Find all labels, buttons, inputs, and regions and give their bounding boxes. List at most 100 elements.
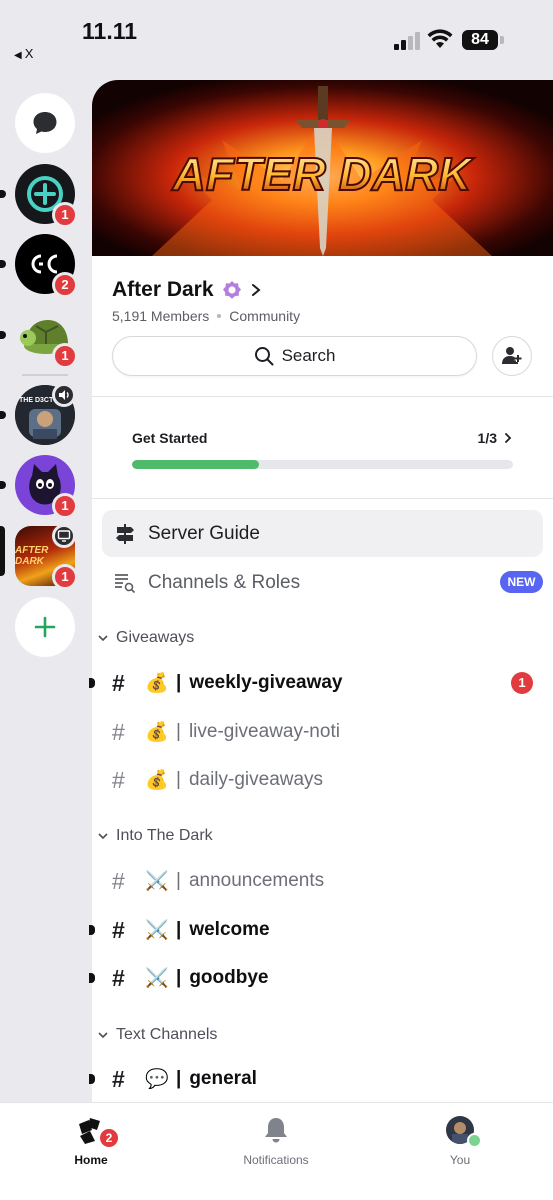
category-into-the-dark[interactable]: Into The Dark <box>98 827 213 845</box>
channel-name: welcome <box>189 919 270 940</box>
mention-badge: 1 <box>511 672 533 694</box>
channel-unread-indicator <box>89 1074 95 1084</box>
unread-indicator <box>0 331 6 339</box>
server-header[interactable]: After Dark 5,191 Members Community <box>112 278 300 324</box>
speech-bubble-emoji: 💬 <box>145 1069 169 1090</box>
channel-daily-giveaways[interactable]: # 💰 | daily-giveaways <box>112 758 533 802</box>
server-icon-cat[interactable]: 1 <box>0 455 78 519</box>
channel-announcements[interactable]: # ⚔️ | announcements <box>112 859 533 903</box>
channel-separator: | <box>176 721 181 742</box>
server-icon-d3ct[interactable]: THE D3CT <box>0 383 76 445</box>
channel-name: general <box>189 1068 257 1089</box>
get-started-progress-bar <box>132 460 513 469</box>
unread-indicator <box>0 190 6 198</box>
channel-name: goodbye <box>189 967 269 988</box>
get-started-card[interactable]: Get Started 1/3 <box>132 430 513 469</box>
chat-bubble-icon <box>33 112 57 134</box>
search-icon <box>254 347 274 366</box>
channel-separator: | <box>176 967 182 988</box>
channel-unread-indicator <box>89 973 95 983</box>
mention-badge: 1 <box>52 202 78 228</box>
back-to-app-link[interactable]: ◀ X <box>14 46 33 61</box>
add-server-avatar <box>15 597 75 657</box>
wifi-icon <box>427 29 453 48</box>
money-bag-emoji: 💰 <box>145 770 169 791</box>
channel-goodbye[interactable]: # ⚔️ | goodbye <box>112 956 533 1000</box>
mention-badge: 1 <box>52 343 78 369</box>
channels-roles-row[interactable]: Channels & Roles NEW <box>102 560 543 606</box>
battery-tip <box>500 36 504 44</box>
channels-roles-label: Channels & Roles <box>148 572 301 593</box>
unread-indicator <box>0 411 6 419</box>
divider <box>92 396 553 397</box>
chevron-right-icon <box>251 284 261 296</box>
hash-icon: # <box>112 1065 125 1092</box>
nav-notifications-label: Notifications <box>243 1153 309 1167</box>
money-bag-emoji: 💰 <box>145 673 169 694</box>
server-name[interactable]: After Dark <box>112 278 214 302</box>
channel-welcome[interactable]: # ⚔️ | welcome <box>112 908 533 952</box>
add-server-button[interactable] <box>15 597 75 657</box>
server-icon-plus[interactable]: 1 <box>0 164 78 228</box>
channel-live-giveaway-noti[interactable]: # 💰 | live-giveaway-noti <box>112 710 533 754</box>
server-guide-row[interactable]: Server Guide <box>102 510 543 557</box>
nav-you-label: You <box>449 1153 471 1167</box>
channel-separator: | <box>176 870 181 891</box>
new-badge: NEW <box>500 571 543 593</box>
chevron-down-icon <box>98 1032 108 1039</box>
chevron-down-icon <box>98 635 108 642</box>
category-giveaways[interactable]: Giveaways <box>98 629 194 647</box>
member-count: 5,191 Members <box>112 308 210 324</box>
ac-logo-icon <box>31 254 58 274</box>
hash-icon: # <box>112 766 125 793</box>
hash-icon: # <box>112 718 125 745</box>
server-panel: AFTER DARK After Dark 5,191 Members Comm… <box>92 80 553 1102</box>
invite-members-button[interactable] <box>492 336 532 376</box>
channel-general[interactable]: # 💬 | general <box>112 1057 533 1101</box>
channel-name: announcements <box>188 870 325 891</box>
status-time: 11.11 <box>82 18 138 44</box>
online-status-dot <box>467 1133 482 1148</box>
mention-badge: 1 <box>52 493 78 519</box>
category-label: Giveaways <box>116 629 195 646</box>
avatar-caption: THE D3CT <box>19 397 54 404</box>
channel-list-search-icon <box>115 574 136 594</box>
banner-title: AFTER DARK <box>172 148 475 200</box>
channel-weekly-giveaway[interactable]: # 💰 | weekly-giveaway 1 <box>112 661 533 705</box>
get-started-progress-text: 1/3 <box>477 430 497 446</box>
channel-name: live-giveaway-noti <box>188 721 340 742</box>
nav-home[interactable]: 2 Home <box>36 1115 146 1167</box>
screen-share-icon <box>52 524 76 548</box>
search-label: Search <box>281 346 336 365</box>
selected-indicator <box>0 526 5 576</box>
nav-you[interactable]: You <box>405 1115 515 1167</box>
hash-icon: # <box>112 916 125 943</box>
hash-icon: # <box>112 867 125 894</box>
category-label: Text Channels <box>116 1026 218 1043</box>
server-icon-ac[interactable]: 2 <box>0 234 78 298</box>
rail-divider <box>22 374 68 376</box>
hash-icon: # <box>112 964 125 991</box>
channel-unread-indicator <box>89 678 95 688</box>
server-icon-after-dark[interactable]: AFTER DARK 1 <box>0 524 78 590</box>
speaker-icon <box>52 383 76 407</box>
direct-messages-button[interactable] <box>15 93 75 153</box>
server-boost-icon <box>222 281 241 299</box>
meta-separator-dot <box>217 314 222 318</box>
add-person-icon <box>502 347 522 364</box>
get-started-label: Get Started <box>132 430 208 446</box>
search-button[interactable]: Search <box>112 336 477 376</box>
category-text-channels[interactable]: Text Channels <box>98 1026 217 1044</box>
channel-separator: | <box>176 1068 182 1089</box>
category-label: Into The Dark <box>116 827 213 844</box>
crossed-swords-emoji: ⚔️ <box>145 968 169 989</box>
crossed-swords-emoji: ⚔️ <box>145 920 169 941</box>
nav-home-label: Home <box>74 1153 108 1167</box>
back-label: X <box>24 46 34 61</box>
nav-notifications[interactable]: Notifications <box>221 1115 331 1167</box>
server-icon-turtle[interactable]: 1 <box>0 305 78 369</box>
server-banner[interactable]: AFTER DARK <box>92 80 553 256</box>
server-guide-label: Server Guide <box>148 522 260 544</box>
progress-fill <box>132 460 259 469</box>
bottom-navigation: 2 Home Notifications You <box>0 1102 553 1200</box>
